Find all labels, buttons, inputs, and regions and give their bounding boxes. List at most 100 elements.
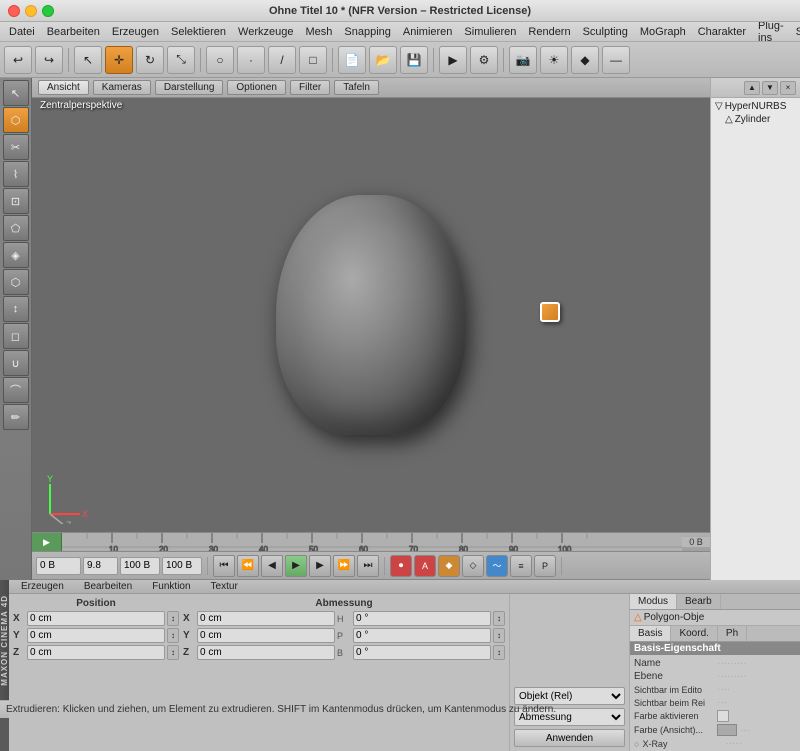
size-p-arrow[interactable]: ↕: [493, 628, 505, 643]
spline-button[interactable]: ⌒: [3, 377, 29, 403]
scale-tool-button[interactable]: ⤡: [167, 46, 195, 74]
cameras-tab[interactable]: Kameras: [93, 80, 151, 95]
ph-tab[interactable]: Ph: [718, 626, 747, 641]
camera-button[interactable]: 📷: [509, 46, 537, 74]
magnet-button[interactable]: ∪: [3, 350, 29, 376]
menu-item-sculpting[interactable]: Sculpting: [578, 25, 633, 39]
close-button[interactable]: [8, 5, 20, 17]
render-button[interactable]: ▶: [439, 46, 467, 74]
render-settings-button[interactable]: ⚙: [470, 46, 498, 74]
koord-tab[interactable]: Koord.: [671, 626, 717, 641]
fps-input[interactable]: [83, 557, 118, 575]
size-h-input[interactable]: [353, 611, 491, 626]
size-b-arrow[interactable]: ↕: [493, 645, 505, 660]
size-z-input[interactable]: [197, 645, 335, 660]
menu-item-skript[interactable]: Skript: [791, 25, 800, 39]
timeline-track[interactable]: 10 20 30 40 50 60 70 80 90 100: [62, 533, 682, 551]
light-button[interactable]: ☀: [540, 46, 568, 74]
select-tool-button[interactable]: ↖: [74, 46, 102, 74]
key-sel-button[interactable]: ◇: [462, 555, 484, 577]
loop-button[interactable]: ⊡: [3, 188, 29, 214]
move-ls-button[interactable]: ↖: [3, 80, 29, 106]
hypernurbs-item[interactable]: ▽ HyperNURBS: [713, 100, 798, 113]
iron-button[interactable]: ◻: [3, 323, 29, 349]
play-button[interactable]: ▶: [285, 555, 307, 577]
timeline-ruler[interactable]: ▶ 10 20 30 40 50 60 70 80: [32, 532, 710, 552]
rotate-tool-button[interactable]: ↻: [136, 46, 164, 74]
rp-close-button[interactable]: ×: [780, 81, 796, 95]
prev-frame-button[interactable]: ⏪: [237, 555, 259, 577]
basis-tab[interactable]: Basis: [630, 626, 671, 641]
undo-button[interactable]: ↩: [4, 46, 32, 74]
move-tool-button[interactable]: ✛: [105, 46, 133, 74]
bevel-button[interactable]: ⬠: [3, 215, 29, 241]
menu-item-charakter[interactable]: Charakter: [693, 25, 751, 39]
objekt-rel-select[interactable]: Objekt (Rel): [514, 687, 625, 705]
pos-z-arrow[interactable]: ↕: [167, 645, 179, 660]
create-menu-item[interactable]: Erzeugen: [13, 580, 72, 593]
current-frame-input[interactable]: [36, 557, 81, 575]
pos-z-input[interactable]: [27, 645, 165, 660]
farbe-aktivieren-checkbox[interactable]: [717, 710, 729, 722]
scene-3d[interactable]: Y X Z: [32, 98, 710, 532]
size-b-input[interactable]: [353, 645, 491, 660]
menu-item-bearbeiten[interactable]: Bearbeiten: [42, 25, 105, 39]
minimize-button[interactable]: [25, 5, 37, 17]
modus-tab[interactable]: Modus: [630, 594, 677, 609]
record-button[interactable]: ⏺: [390, 555, 412, 577]
knife-button[interactable]: ✂: [3, 134, 29, 160]
extrude-button[interactable]: ⬡: [3, 107, 29, 133]
viewport[interactable]: Ansicht Kameras Darstellung Optionen Fil…: [32, 78, 710, 580]
size-y-input[interactable]: [197, 628, 335, 643]
maximize-button[interactable]: [42, 5, 54, 17]
edge-mode-button[interactable]: /: [268, 46, 296, 74]
pos-y-arrow[interactable]: ↕: [167, 628, 179, 643]
new-scene-button[interactable]: 📄: [338, 46, 366, 74]
menu-item-datei[interactable]: Datei: [4, 25, 40, 39]
farbe-ansicht-swatch[interactable]: [717, 724, 737, 736]
view-tab[interactable]: Ansicht: [38, 80, 89, 95]
menu-item-mesh[interactable]: Mesh: [300, 25, 337, 39]
function-menu-item[interactable]: Funktion: [144, 580, 198, 593]
cylinder-item[interactable]: △ Zylinder: [713, 113, 798, 126]
polygon-pen-button[interactable]: ✏: [3, 404, 29, 430]
rp-up-button[interactable]: ▲: [744, 81, 760, 95]
display-tab[interactable]: Darstellung: [155, 80, 224, 95]
max-frame-input[interactable]: [162, 557, 202, 575]
anwenden-button[interactable]: Anwenden: [514, 729, 625, 747]
panels-tab[interactable]: Tafeln: [334, 80, 379, 95]
prev-key-button[interactable]: ◀: [261, 555, 283, 577]
end-frame-input[interactable]: [120, 557, 160, 575]
pos-x-arrow[interactable]: ↕: [167, 611, 179, 626]
menu-item-simulieren[interactable]: Simulieren: [459, 25, 521, 39]
save-button[interactable]: 💾: [400, 46, 428, 74]
redo-button[interactable]: ↪: [35, 46, 63, 74]
edit-menu-item[interactable]: Bearbeiten: [76, 580, 140, 593]
filter-tab[interactable]: Filter: [290, 80, 330, 95]
material-button[interactable]: ◆: [571, 46, 599, 74]
slide-button[interactable]: ↕: [3, 296, 29, 322]
size-p-input[interactable]: [353, 628, 491, 643]
timeline-open-button[interactable]: ≡: [510, 555, 532, 577]
options-tab[interactable]: Optionen: [227, 80, 286, 95]
size-h-arrow[interactable]: ↕: [493, 611, 505, 626]
menu-item-selektieren[interactable]: Selektieren: [166, 25, 231, 39]
menu-item-mograph[interactable]: MoGraph: [635, 25, 691, 39]
menu-item-plug-ins[interactable]: Plug-ins: [753, 19, 789, 45]
texture-menu-item[interactable]: Textur: [203, 580, 246, 593]
point-mode-button[interactable]: ·: [237, 46, 265, 74]
menu-item-snapping[interactable]: Snapping: [339, 25, 396, 39]
key-button[interactable]: ◆: [438, 555, 460, 577]
menu-item-animieren[interactable]: Animieren: [398, 25, 458, 39]
bearbeiten-tab[interactable]: Bearb: [677, 594, 721, 609]
jump-end-button[interactable]: ⏭: [357, 555, 379, 577]
menu-item-erzeugen[interactable]: Erzeugen: [107, 25, 164, 39]
weld-button[interactable]: ◈: [3, 242, 29, 268]
size-x-input[interactable]: [197, 611, 335, 626]
auto-key-button[interactable]: A: [414, 555, 436, 577]
motion-path-button[interactable]: 〜: [486, 555, 508, 577]
dissolve-button[interactable]: ⬡: [3, 269, 29, 295]
open-button[interactable]: 📂: [369, 46, 397, 74]
menu-item-werkzeuge[interactable]: Werkzeuge: [233, 25, 298, 39]
menu-item-rendern[interactable]: Rendern: [523, 25, 575, 39]
